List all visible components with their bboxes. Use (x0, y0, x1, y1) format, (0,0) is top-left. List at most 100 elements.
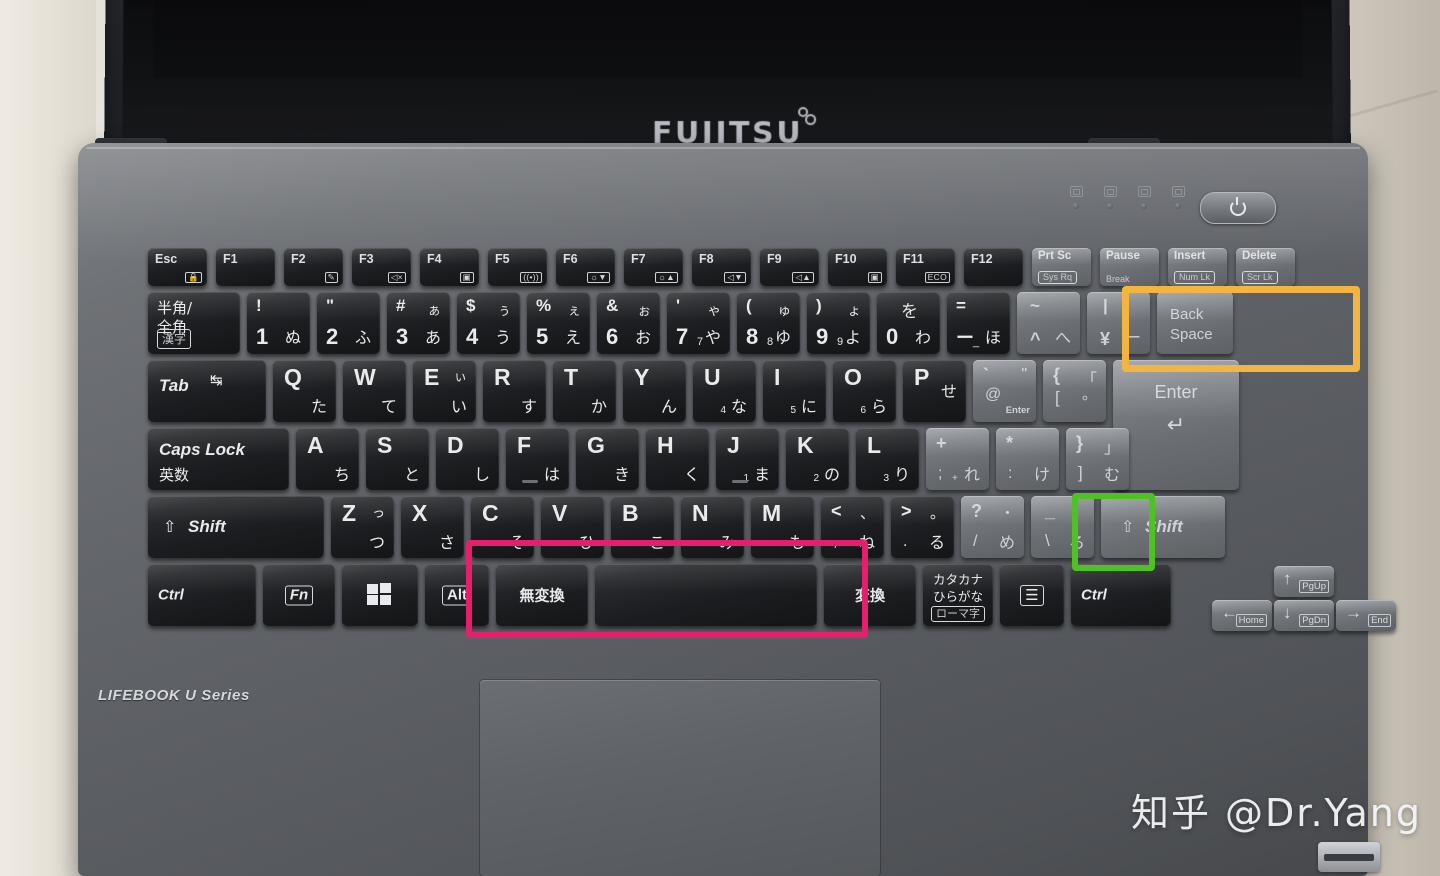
key-shift-left[interactable]: ⇧ Shift (148, 496, 324, 558)
key-1[interactable]: ! 1 ぬ (247, 292, 310, 354)
key-f2[interactable]: F2 ✎ (284, 248, 343, 286)
key-f10[interactable]: F10 ▣ (828, 248, 887, 286)
eco-icon: ECO (924, 271, 950, 283)
key-j[interactable]: J1ま (716, 428, 779, 490)
key-kana-small-label: ぃ (453, 369, 467, 384)
key-slash[interactable]: ? / ・ め (961, 496, 1024, 558)
key-7[interactable]: ' ゃ 7 7 や (667, 292, 730, 354)
key-f1[interactable]: F1 (216, 248, 275, 286)
key-6[interactable]: & ぉ 6 お (597, 292, 660, 354)
key-comma[interactable]: < , 、 ね (821, 496, 884, 558)
key-minus[interactable]: = ー _ ほ (947, 292, 1010, 354)
key-tab[interactable]: Tab ↹ (148, 360, 266, 422)
key-yen[interactable]: | ¥ ー (1087, 292, 1150, 354)
key-o[interactable]: O 6ら (833, 360, 896, 422)
key-k[interactable]: K 2の (786, 428, 849, 490)
enter-arrow-icon: ↵ (1166, 412, 1186, 437)
key-ctrl-right[interactable]: Ctrl (1071, 564, 1171, 626)
power-button[interactable] (1200, 192, 1276, 224)
key-b[interactable]: Bこ (611, 496, 674, 558)
key-2[interactable]: " 2 ふ (317, 292, 380, 354)
key-p[interactable]: Pせ (903, 360, 966, 422)
key-caret[interactable]: ~ ^ へ (1017, 292, 1080, 354)
key-f9[interactable]: F9 ◁▲ (760, 248, 819, 286)
key-x[interactable]: Xさ (401, 496, 464, 558)
key-h[interactable]: Hく (646, 428, 709, 490)
key-space[interactable] (595, 564, 817, 626)
key-shift-label: | (1103, 296, 1108, 315)
key-print-screen[interactable]: Prt Sc Sys Rq (1032, 248, 1091, 286)
key-z[interactable]: Zっつ (331, 496, 394, 558)
key-arrow-down[interactable]: ↓ PgDn (1274, 600, 1334, 631)
key-u[interactable]: U 4な (693, 360, 756, 422)
key-9[interactable]: ) ょ 9 9 よ (807, 292, 870, 354)
key-8[interactable]: ( ゅ 8 8 ゆ (737, 292, 800, 354)
key-f6[interactable]: F6 ☼▼ (556, 248, 615, 286)
key-windows[interactable] (342, 564, 418, 626)
key-3[interactable]: # ぁ 3 あ (387, 292, 450, 354)
key-kana-label: わ (914, 330, 931, 347)
key-hankaku-zenkaku[interactable]: 半角/ 全角 漢字 (148, 292, 240, 354)
key-f7[interactable]: F7 ☼▲ (624, 248, 683, 286)
touchpad[interactable] (480, 680, 880, 876)
key-shift-right[interactable]: ⇧ Shift (1101, 496, 1225, 558)
key-backspace[interactable]: Back Space (1157, 292, 1233, 354)
key-fn[interactable]: Fn (263, 564, 335, 626)
key-v[interactable]: Vひ (541, 496, 604, 558)
key-f5[interactable]: F5 ((•)) (488, 248, 547, 286)
key-d[interactable]: Dし (436, 428, 499, 490)
key-insert[interactable]: Insert Num Lk (1168, 248, 1227, 286)
key-4[interactable]: $ ぅ 4 う (457, 292, 520, 354)
fingerprint-sensor[interactable] (1318, 842, 1380, 872)
key-delete[interactable]: Delete Scr Lk (1236, 248, 1295, 286)
key-alt-left[interactable]: Alt (425, 564, 489, 626)
key-label: Delete (1242, 250, 1277, 262)
webcam-icon: ▣ (459, 271, 474, 283)
key-a[interactable]: Aち (296, 428, 359, 490)
key-semicolon[interactable]: + ; + れ (926, 428, 989, 490)
key-arrow-left[interactable]: ← Home (1212, 600, 1272, 631)
key-bracket-right[interactable]: } ] 」 む (1066, 428, 1129, 490)
key-backslash-ro[interactable]: _ \ ろ (1031, 496, 1094, 558)
key-f11[interactable]: F11 ECO (896, 248, 955, 286)
key-s[interactable]: Sと (366, 428, 429, 490)
key-l[interactable]: L 3り (856, 428, 919, 490)
key-caps-lock[interactable]: Caps Lock 英数 (148, 428, 289, 490)
key-period[interactable]: > . 。 る (891, 496, 954, 558)
key-kana-label: お (634, 330, 651, 347)
key-at[interactable]: ` @ " Enter (973, 360, 1036, 422)
key-ctrl-left[interactable]: Ctrl (148, 564, 256, 626)
key-bracket-left[interactable]: { [ 「 。 (1043, 360, 1106, 422)
key-e[interactable]: Eぃい (413, 360, 476, 422)
key-muhenkan[interactable]: 無変換 (496, 564, 588, 626)
key-f12[interactable]: F12 (964, 248, 1023, 286)
key-c[interactable]: Cそ (471, 496, 534, 558)
key-label: 無変換 (519, 586, 565, 605)
key-enter[interactable]: Enter ↵ (1113, 360, 1239, 490)
key-f4[interactable]: F4 ▣ (420, 248, 479, 286)
key-arrow-up[interactable]: ↑ PgUp (1274, 566, 1334, 597)
key-context-menu[interactable]: ☰ (1000, 564, 1064, 626)
key-henkan[interactable]: 変換 (824, 564, 916, 626)
key-label: F (517, 432, 532, 458)
key-f[interactable]: Fは (506, 428, 569, 490)
key-f8[interactable]: F8 ◁▼ (692, 248, 751, 286)
key-q[interactable]: Qた (273, 360, 336, 422)
key-g[interactable]: Gき (576, 428, 639, 490)
key-t[interactable]: Tか (553, 360, 616, 422)
key-katakana-hiragana[interactable]: カタカナ ひらがな ローマ字 (923, 564, 993, 626)
key-pause-break[interactable]: Pause Break (1100, 248, 1159, 286)
key-i[interactable]: I 5に (763, 360, 826, 422)
key-arrow-right[interactable]: → End (1336, 600, 1396, 631)
key-0[interactable]: を 0 わ (877, 292, 940, 354)
key-n[interactable]: Nみ (681, 496, 744, 558)
key-5[interactable]: % ぇ 5 え (527, 292, 590, 354)
key-m[interactable]: Mも (751, 496, 814, 558)
keyboard: Esc 🔒 F1 F2 ✎ F3 ◁× F4 ▣ F5 ((•)) F6 ☼▼ … (148, 248, 1396, 652)
key-esc[interactable]: Esc 🔒 (148, 248, 207, 286)
key-r[interactable]: Rす (483, 360, 546, 422)
key-w[interactable]: Wて (343, 360, 406, 422)
key-f3[interactable]: F3 ◁× (352, 248, 411, 286)
key-colon[interactable]: * : け (996, 428, 1059, 490)
key-y[interactable]: Yん (623, 360, 686, 422)
